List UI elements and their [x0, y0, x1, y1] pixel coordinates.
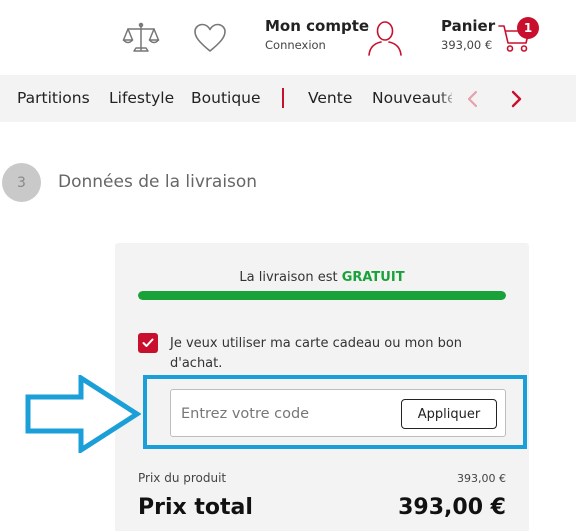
- product-price-value: 393,00 €: [457, 472, 506, 485]
- site-header: Mon compte Connexion Panier 393,00 € 1: [0, 0, 576, 75]
- nav-item-partitions[interactable]: Partitions: [17, 89, 90, 107]
- gift-card-checkbox[interactable]: [138, 333, 158, 353]
- nav-separator: [282, 88, 284, 108]
- step-title: Données de la livraison: [58, 172, 258, 192]
- nav-item-boutique[interactable]: Boutique: [191, 89, 261, 107]
- account-login-link[interactable]: Connexion: [265, 38, 369, 52]
- cart-link[interactable]: Panier 393,00 €: [441, 17, 495, 52]
- annotation-arrow-icon: [25, 375, 141, 453]
- heart-icon[interactable]: [193, 22, 227, 54]
- free-delivery-progress-fill: [138, 291, 506, 300]
- chevron-right-icon[interactable]: [506, 88, 526, 110]
- main-nav: Partitions Lifestyle Boutique Vente Nouv…: [0, 75, 576, 122]
- step-number-badge: 3: [2, 163, 41, 202]
- total-price-label: Prix total: [138, 495, 253, 520]
- free-delivery-highlight: GRATUIT: [341, 270, 405, 285]
- nav-item-lifestyle[interactable]: Lifestyle: [109, 89, 174, 107]
- annotation-highlight-box: [143, 375, 527, 449]
- chevron-left-icon[interactable]: [463, 88, 483, 110]
- free-delivery-message: La livraison est GRATUIT: [115, 270, 529, 285]
- product-price-label: Prix du produit: [138, 471, 227, 485]
- free-delivery-progress: [138, 291, 506, 300]
- free-delivery-prefix: La livraison est: [239, 270, 342, 285]
- total-price-value: 393,00 €: [398, 495, 506, 520]
- account-link[interactable]: Mon compte Connexion: [265, 17, 369, 52]
- cart-count-badge: 1: [517, 17, 539, 39]
- cart-amount: 393,00 €: [441, 38, 493, 52]
- cart-title: Panier: [441, 17, 496, 35]
- nav-fade-overlay: [438, 75, 458, 122]
- nav-item-vente[interactable]: Vente: [308, 89, 352, 107]
- checkmark-icon: [142, 338, 154, 347]
- user-icon[interactable]: [367, 19, 403, 57]
- scale-icon[interactable]: [122, 20, 160, 56]
- account-title: Mon compte: [265, 17, 370, 35]
- gift-card-label[interactable]: Je veux utiliser ma carte cadeau ou mon …: [170, 334, 490, 374]
